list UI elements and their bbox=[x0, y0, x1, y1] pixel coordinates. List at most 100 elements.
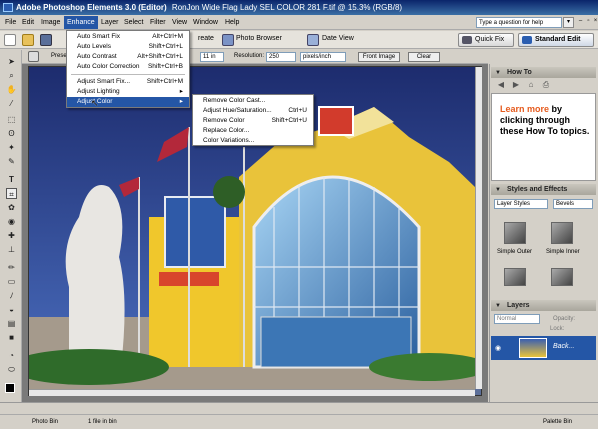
howto-text[interactable]: Learn more by clicking through these How… bbox=[500, 104, 592, 137]
lock-label: Lock: bbox=[550, 326, 565, 332]
create-label[interactable]: reate bbox=[198, 35, 214, 42]
menu-filter[interactable]: Filter bbox=[147, 16, 169, 29]
howto-header[interactable]: ▼ How To bbox=[491, 67, 596, 78]
healing-brush-tool-icon[interactable]: ✚ bbox=[6, 230, 17, 241]
standard-edit-button[interactable]: Standard Edit bbox=[518, 33, 594, 47]
magic-wand-tool-icon[interactable]: ✦ bbox=[6, 142, 17, 153]
horizontal-scrollbar[interactable] bbox=[29, 389, 475, 396]
menu-item-adjust-lighting[interactable]: Adjust Lighting ▸ bbox=[67, 87, 189, 97]
menu-layer[interactable]: Layer bbox=[98, 16, 122, 29]
mouse-cursor-icon: ↖ bbox=[91, 98, 99, 108]
photo-bin-label[interactable]: Photo Bin bbox=[32, 419, 58, 425]
brush-tool-icon[interactable]: ﾉ bbox=[6, 290, 17, 301]
standard-edit-label: Standard Edit bbox=[535, 36, 581, 43]
pencil-tool-icon[interactable]: ✏ bbox=[6, 262, 17, 273]
home-icon[interactable]: ⌂ bbox=[526, 80, 536, 90]
type-tool-icon[interactable]: T bbox=[6, 174, 17, 185]
back-arrow-icon[interactable]: ◀ bbox=[496, 80, 506, 90]
menu-enhance[interactable]: Enhance bbox=[64, 16, 98, 29]
menu-window[interactable]: Window bbox=[190, 16, 221, 29]
foreground-color-swatch[interactable] bbox=[5, 383, 15, 393]
menu-edit[interactable]: Edit bbox=[19, 16, 37, 29]
quick-fix-label: Quick Fix bbox=[475, 36, 505, 43]
print-icon[interactable]: ⎙ bbox=[541, 80, 551, 90]
palette-bin-label[interactable]: Palette Bin bbox=[543, 419, 572, 425]
cookie-cutter-tool-icon[interactable]: ✿ bbox=[6, 202, 17, 213]
lasso-tool-icon[interactable]: ʘ bbox=[6, 128, 17, 139]
menu-file[interactable]: File bbox=[2, 16, 19, 29]
document-title: RonJon Wide Flag Lady SEL COLOR 281 F.ti… bbox=[171, 3, 403, 12]
shape-tool-icon[interactable]: ■ bbox=[6, 332, 17, 343]
menu-select[interactable]: Select bbox=[121, 16, 146, 29]
selection-brush-tool-icon[interactable]: ✎ bbox=[6, 156, 17, 167]
style-swatch-simple-inner[interactable] bbox=[551, 222, 573, 244]
paint-bucket-tool-icon[interactable]: ◒ bbox=[6, 304, 17, 315]
style-type-select[interactable]: Bevels bbox=[553, 199, 593, 209]
vertical-scrollbar[interactable] bbox=[475, 67, 482, 389]
menu-item-adjust-smart-fix[interactable]: Adjust Smart Fix... Shift+Ctrl+M bbox=[67, 77, 189, 87]
hand-tool-icon[interactable]: ✋ bbox=[6, 84, 17, 95]
eyedropper-tool-icon[interactable]: ⁄ bbox=[6, 98, 17, 109]
adjust-color-submenu: Remove Color Cast... Adjust Hue/Saturati… bbox=[192, 94, 314, 146]
red-eye-tool-icon[interactable]: ◉ bbox=[6, 216, 17, 227]
photo-browser-icon[interactable] bbox=[222, 34, 234, 46]
units-select[interactable]: pixels/inch bbox=[300, 52, 346, 62]
crop-tool-icon[interactable] bbox=[28, 51, 39, 62]
menu-item-auto-color-correction[interactable]: Auto Color Correction Shift+Ctrl+B bbox=[67, 62, 189, 72]
clear-button[interactable]: Clear bbox=[408, 52, 440, 62]
menu-item-adjust-color[interactable]: Adjust Color ▸ bbox=[67, 97, 189, 107]
howto-learn-more-link[interactable]: Learn more bbox=[500, 104, 549, 114]
menu-item-auto-contrast[interactable]: Auto Contrast Alt+Shift+Ctrl+L bbox=[67, 52, 189, 62]
quick-fix-button[interactable]: Quick Fix bbox=[458, 33, 514, 47]
sponge-tool-icon[interactable]: ⬭ bbox=[6, 364, 17, 375]
collapse-triangle-icon: ▼ bbox=[495, 70, 501, 76]
restore-icon[interactable]: ▫ bbox=[585, 17, 592, 26]
photo-bin-bar: Photo Bin 1 file in bin Palette Bin bbox=[0, 414, 598, 429]
width-field[interactable]: 11 in bbox=[200, 52, 224, 62]
blur-tool-icon[interactable]: ◔ bbox=[6, 350, 17, 361]
menu-item-auto-levels[interactable]: Auto Levels Shift+Ctrl+L bbox=[67, 42, 189, 52]
help-dropdown-icon[interactable]: ▾ bbox=[563, 17, 574, 28]
style-swatch-3[interactable] bbox=[504, 268, 526, 286]
menu-item-remove-color[interactable]: Remove Color Shift+Ctrl+U bbox=[193, 116, 313, 126]
forward-arrow-icon[interactable]: ▶ bbox=[511, 80, 521, 90]
close-icon[interactable]: × bbox=[592, 17, 598, 26]
eye-visibility-icon[interactable]: ◉ bbox=[495, 344, 501, 352]
menu-view[interactable]: View bbox=[169, 16, 190, 29]
crop-tool-icon-toolbox[interactable]: ⌗ bbox=[6, 188, 17, 199]
styles-effects-header[interactable]: ▼ Styles and Effects bbox=[491, 184, 596, 195]
gradient-tool-icon[interactable]: ▤ bbox=[6, 318, 17, 329]
marquee-tool-icon[interactable]: ⬚ bbox=[6, 114, 17, 125]
style-swatch-4[interactable] bbox=[551, 268, 573, 286]
minimize-icon[interactable]: – bbox=[577, 17, 584, 26]
photo-browser-button[interactable]: Photo Browser bbox=[236, 35, 282, 42]
move-tool-icon[interactable]: ➤ bbox=[6, 56, 17, 67]
date-view-icon[interactable] bbox=[307, 34, 319, 46]
menu-help[interactable]: Help bbox=[222, 16, 242, 29]
eraser-tool-icon[interactable]: ▭ bbox=[6, 276, 17, 287]
zoom-tool-icon[interactable]: ⌕ bbox=[6, 70, 17, 81]
blend-mode-select[interactable]: Normal bbox=[494, 314, 540, 324]
resolution-field[interactable]: 250 bbox=[266, 52, 296, 62]
menu-item-auto-smart-fix[interactable]: Auto Smart Fix Alt+Ctrl+M bbox=[67, 32, 189, 42]
menu-item-remove-color-cast[interactable]: Remove Color Cast... bbox=[193, 96, 313, 106]
date-view-button[interactable]: Date View bbox=[322, 35, 354, 42]
open-folder-icon[interactable] bbox=[22, 34, 34, 46]
menu-item-color-variations[interactable]: Color Variations... bbox=[193, 136, 313, 146]
style-category-select[interactable]: Layer Styles bbox=[494, 199, 548, 209]
front-image-button[interactable]: Front Image bbox=[358, 52, 400, 62]
clone-stamp-tool-icon[interactable]: ⊥ bbox=[6, 244, 17, 255]
menu-item-adjust-hue-saturation[interactable]: Adjust Hue/Saturation... Ctrl+U bbox=[193, 106, 313, 116]
save-icon[interactable] bbox=[40, 34, 52, 46]
collapse-triangle-icon: ▼ bbox=[495, 303, 501, 309]
menu-image[interactable]: Image bbox=[38, 16, 63, 29]
menu-item-replace-color[interactable]: Replace Color... bbox=[193, 126, 313, 136]
layer-name[interactable]: Back... bbox=[553, 343, 574, 350]
help-search-input[interactable]: Type a question for help bbox=[476, 17, 562, 28]
new-file-icon[interactable] bbox=[4, 34, 16, 46]
layers-header[interactable]: ▼ Layers bbox=[491, 300, 596, 311]
collapse-triangle-icon: ▼ bbox=[495, 187, 501, 193]
style-swatch-simple-outer[interactable] bbox=[504, 222, 526, 244]
layer-row-background[interactable]: ◉ Back... bbox=[491, 336, 596, 360]
standard-edit-icon bbox=[522, 36, 532, 44]
